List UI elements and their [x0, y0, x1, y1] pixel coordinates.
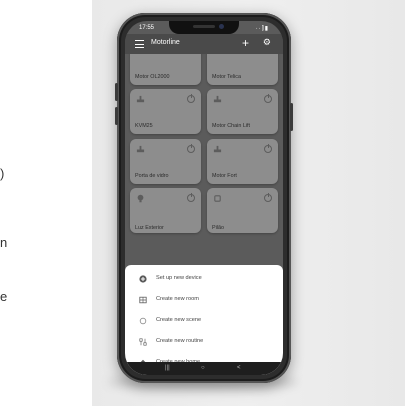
- notch: [169, 21, 239, 34]
- routine-icon: [139, 338, 147, 346]
- device-label: Motor OL2000: [135, 74, 170, 80]
- option-label: Create new room: [156, 296, 199, 302]
- device-card[interactable]: KVM25: [130, 89, 201, 134]
- power-toggle-icon[interactable]: [187, 193, 195, 202]
- phone-frame: 17:55 ··⫿▮ Motorline + ⚙ Motor OL2000 Mo…: [115, 13, 293, 383]
- motor-icon: [136, 145, 145, 153]
- device-card[interactable]: Motor Fort: [207, 139, 278, 184]
- option-label: Create new scene: [156, 317, 202, 323]
- menu-icon[interactable]: [135, 40, 144, 48]
- device-label: Pilão: [212, 225, 224, 231]
- phone-screen: 17:55 ··⫿▮ Motorline + ⚙ Motor OL2000 Mo…: [125, 21, 283, 375]
- recents-button[interactable]: |||: [165, 365, 170, 371]
- cropped-text-2: n: [0, 235, 8, 250]
- device-label: Porta de vidro: [135, 173, 169, 179]
- device-card[interactable]: Motor Telica: [207, 54, 278, 85]
- plus-circle-icon: [139, 275, 147, 283]
- setup-device-option[interactable]: Set up new device: [139, 273, 269, 287]
- device-card[interactable]: Luz Exterior: [130, 188, 201, 233]
- volume-up-button: [115, 83, 118, 101]
- scene-icon: [139, 317, 147, 325]
- power-toggle-icon[interactable]: [187, 94, 195, 103]
- speaker: [193, 25, 215, 28]
- device-label: Motor Fort: [212, 173, 237, 179]
- room-icon: [139, 296, 147, 304]
- create-routine-option[interactable]: Create new routine: [139, 336, 269, 350]
- device-label: Motor Chain Lift: [212, 123, 251, 129]
- power-button: [290, 103, 293, 131]
- option-label: Create new routine: [156, 338, 204, 344]
- cropped-text-1: ): [0, 166, 5, 181]
- cropped-text-3: e: [0, 289, 8, 304]
- motor-icon: [136, 95, 145, 103]
- app-title: Motorline: [151, 39, 180, 46]
- device-card[interactable]: Pilão: [207, 188, 278, 233]
- device-card[interactable]: Porta de vidro: [130, 139, 201, 184]
- status-time: 17:55: [139, 25, 155, 31]
- bottom-sheet: Set up new device Create new room Create…: [125, 265, 283, 375]
- app-bar: Motorline + ⚙: [125, 34, 283, 54]
- home-button[interactable]: ○: [201, 365, 205, 371]
- motor-icon: [213, 95, 222, 103]
- device-card[interactable]: Motor OL2000: [130, 54, 201, 85]
- power-toggle-icon[interactable]: [264, 193, 272, 202]
- settings-icon[interactable]: ⚙: [263, 37, 271, 48]
- power-toggle-icon[interactable]: [187, 144, 195, 153]
- device-card[interactable]: Motor Chain Lift: [207, 89, 278, 134]
- system-nav-bar: ||| ○ <: [125, 362, 283, 375]
- volume-down-button: [115, 107, 118, 125]
- power-toggle-icon[interactable]: [264, 144, 272, 153]
- add-icon[interactable]: +: [242, 36, 249, 50]
- device-label: Luz Exterior: [135, 225, 164, 231]
- power-toggle-icon[interactable]: [264, 94, 272, 103]
- option-label: Set up new device: [156, 275, 202, 281]
- device-label: KVM25: [135, 123, 153, 129]
- back-button[interactable]: <: [237, 365, 241, 371]
- device-label: Motor Telica: [212, 74, 241, 80]
- create-scene-option[interactable]: Create new scene: [139, 315, 269, 329]
- motor-icon: [213, 145, 222, 153]
- status-icons: ··⫿▮: [255, 26, 269, 32]
- bollard-icon: [214, 195, 221, 202]
- light-bulb-icon: [137, 194, 144, 203]
- create-room-option[interactable]: Create new room: [139, 294, 269, 308]
- front-camera: [219, 24, 224, 29]
